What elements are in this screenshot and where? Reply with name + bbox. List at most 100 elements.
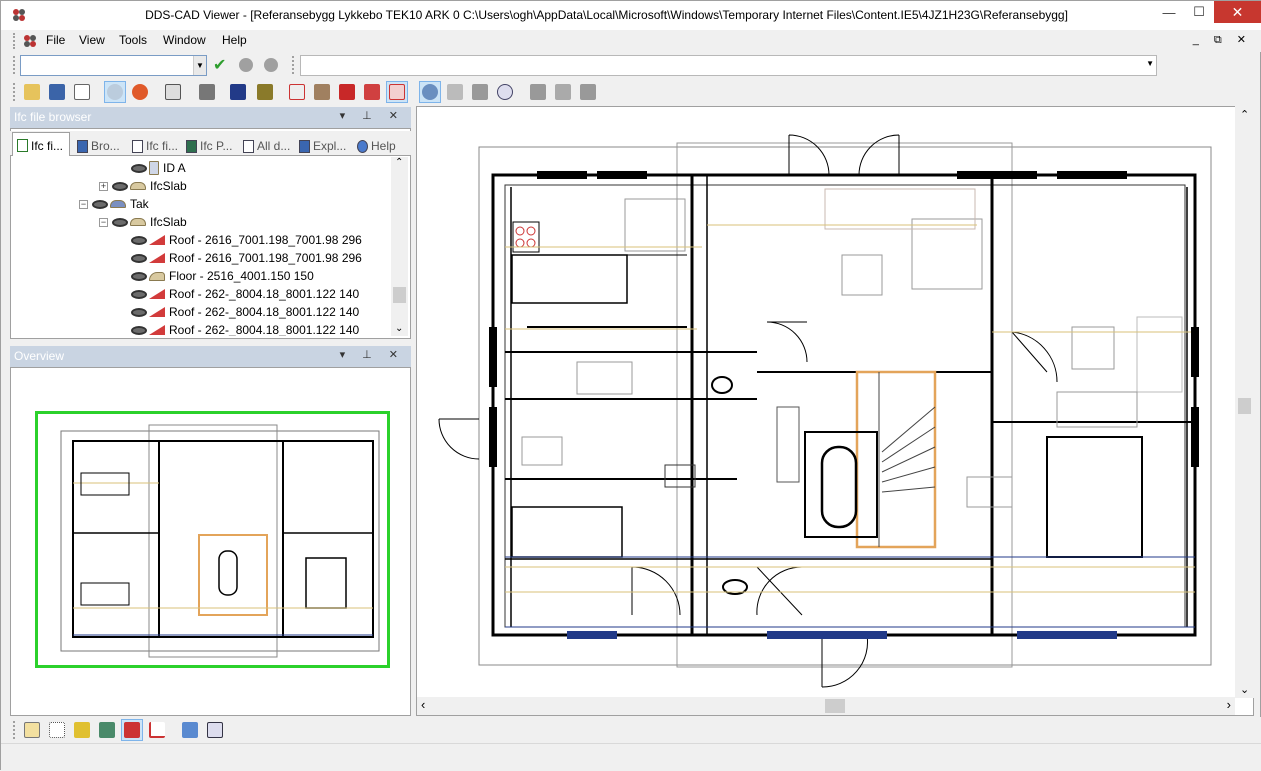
document-icon[interactable]	[22, 33, 38, 49]
floorplan-drawing[interactable]	[417, 107, 1235, 697]
axis-icon[interactable]	[146, 719, 168, 741]
ifc-tree: ID A + IfcSlab − Tak − IfcSlab Roof - 2616_7001…	[11, 157, 391, 336]
canvas-hscroll-thumb[interactable]	[825, 699, 845, 713]
visibility-eye-icon[interactable]	[131, 163, 147, 173]
walk-icon[interactable]	[444, 81, 466, 103]
expander-icon[interactable]: −	[99, 217, 108, 227]
cube-red-icon[interactable]	[286, 81, 308, 103]
menu-view[interactable]: View	[79, 33, 105, 47]
scroll-up-icon[interactable]: ⌃	[1240, 108, 1249, 121]
cube-light-icon[interactable]	[361, 81, 383, 103]
record-icon[interactable]	[239, 58, 253, 72]
walk2-icon[interactable]	[527, 81, 549, 103]
close-view-icon[interactable]	[204, 719, 226, 741]
camera-icon[interactable]	[196, 81, 218, 103]
toolbar1-grip[interactable]	[13, 56, 16, 74]
chevron-down-icon[interactable]: ▼	[193, 56, 206, 75]
tab-ifc-file-2[interactable]: Ifc fi...	[128, 134, 182, 156]
tree-scrollbar[interactable]: ⌃ ⌄	[391, 157, 408, 336]
save-icon[interactable]	[46, 81, 68, 103]
tree-node[interactable]: + IfcSlab	[99, 177, 187, 195]
tab-ifc-properties[interactable]: Ifc P...	[182, 134, 238, 156]
open-folder-icon[interactable]	[21, 81, 43, 103]
scroll-left-icon[interactable]: ‹	[421, 697, 425, 712]
tab-browser[interactable]: Bro...	[73, 134, 127, 156]
zoom-window-icon[interactable]	[162, 81, 184, 103]
split-icon[interactable]	[121, 719, 143, 741]
bottombar-grip[interactable]	[13, 721, 16, 739]
tree-node[interactable]: Roof - 262-_8004.18_8001.122 140	[131, 285, 359, 303]
scroll-right-icon[interactable]: ›	[1227, 697, 1231, 712]
expander-icon[interactable]: +	[99, 181, 108, 191]
render-icon[interactable]	[129, 81, 151, 103]
close-button[interactable]: ✕	[1214, 1, 1261, 23]
tree-node[interactable]: ID A	[131, 159, 186, 177]
scroll-down-icon[interactable]: ⌄	[1240, 683, 1249, 696]
overview-viewport-frame[interactable]	[35, 411, 390, 668]
canvas-horizontal-scrollbar[interactable]: ‹ ›	[417, 697, 1235, 715]
filter-combo[interactable]: ▼	[300, 55, 1157, 76]
menu-tools[interactable]: Tools	[119, 33, 147, 47]
visibility-eye-icon[interactable]	[112, 217, 128, 227]
menu-file[interactable]: File	[46, 33, 65, 47]
tab-all-data[interactable]: All d...	[239, 134, 295, 156]
expander-icon[interactable]: −	[79, 199, 88, 209]
tree-node[interactable]: Roof - 2616_7001.198_7001.98 296	[131, 249, 362, 267]
cube-red2-icon[interactable]	[336, 81, 358, 103]
zoom-icon[interactable]	[494, 81, 516, 103]
scroll-up-icon[interactable]: ⌃	[395, 157, 403, 168]
roof-icon	[149, 325, 165, 335]
visibility-eye-icon[interactable]	[131, 325, 147, 335]
toolbar2-grip[interactable]	[13, 83, 16, 101]
tab-ifc-file[interactable]: Ifc fi...	[12, 132, 70, 156]
tree-node[interactable]: Roof - 262-_8004.18_8001.122 140	[131, 303, 359, 321]
canvas-vertical-scrollbar[interactable]: ⌃ ⌄	[1235, 106, 1254, 698]
menubar-grip[interactable]	[13, 33, 16, 49]
selection-combo[interactable]: ▼	[20, 55, 207, 76]
canvas-vscroll-thumb[interactable]	[1238, 398, 1251, 414]
visibility-eye-icon[interactable]	[131, 307, 147, 317]
check-icon[interactable]: ✔	[213, 55, 226, 75]
tree-node[interactable]: Roof - 2616_7001.198_7001.98 296	[131, 231, 362, 249]
north-icon[interactable]	[227, 81, 249, 103]
scroll-down-icon[interactable]: ⌄	[395, 323, 403, 334]
refresh-icon[interactable]	[419, 81, 441, 103]
grid-icon[interactable]	[46, 719, 68, 741]
visibility-eye-icon[interactable]	[131, 235, 147, 245]
chevron-down-icon[interactable]: ▼	[1146, 59, 1154, 68]
maximize-button[interactable]: ☐	[1184, 1, 1214, 23]
mdi-window-controls[interactable]: _ ⧉ ✕	[1193, 33, 1252, 47]
walk3-icon[interactable]	[552, 81, 574, 103]
cube-selected-icon[interactable]	[386, 81, 408, 103]
measure-icon[interactable]	[71, 719, 93, 741]
overview-pane-controls[interactable]: ▾ ⊥ ✕	[340, 348, 405, 361]
tab-explorer[interactable]: Expl...	[295, 134, 352, 156]
image-icon[interactable]	[179, 719, 201, 741]
toolbar1b-grip[interactable]	[292, 56, 295, 74]
drawing-canvas[interactable]	[416, 106, 1254, 716]
box-model-icon[interactable]	[254, 81, 276, 103]
menu-help[interactable]: Help	[222, 33, 247, 47]
eye-view-icon[interactable]	[104, 81, 126, 103]
comment-icon[interactable]	[264, 58, 278, 72]
stop-icon[interactable]	[577, 81, 599, 103]
tree-node[interactable]: Floor - 2516_4001.150 150	[131, 267, 314, 285]
tree-node[interactable]: − Tak	[79, 195, 149, 213]
layer-icon[interactable]	[21, 719, 43, 741]
visibility-eye-icon[interactable]	[92, 199, 108, 209]
tree-node[interactable]: − IfcSlab	[99, 213, 187, 231]
cube-grey-icon[interactable]	[311, 81, 333, 103]
menu-window[interactable]: Window	[163, 33, 206, 47]
section-icon[interactable]	[96, 719, 118, 741]
visibility-eye-icon[interactable]	[131, 289, 147, 299]
visibility-eye-icon[interactable]	[131, 253, 147, 263]
ifc-browser-pane-controls[interactable]: ▾ ⊥ ✕	[340, 109, 405, 122]
visibility-eye-icon[interactable]	[131, 271, 147, 281]
visibility-eye-icon[interactable]	[112, 181, 128, 191]
fly-icon[interactable]	[469, 81, 491, 103]
tab-help[interactable]: Help	[353, 134, 405, 156]
minimize-button[interactable]: —	[1154, 1, 1184, 23]
tree-scroll-thumb[interactable]	[393, 287, 406, 303]
close-file-icon[interactable]	[71, 81, 93, 103]
tree-node[interactable]: Roof - 262-_8004.18_8001.122 140	[131, 321, 359, 336]
